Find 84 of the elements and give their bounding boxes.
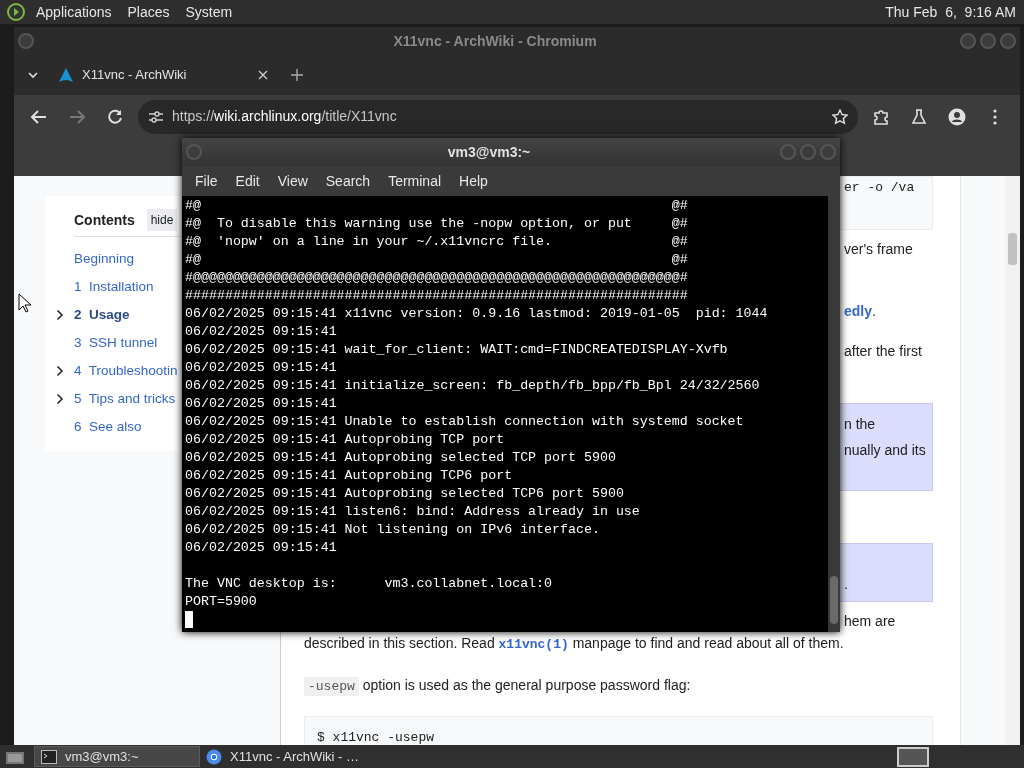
logo-icon[interactable] [6, 2, 26, 22]
terminal-line: 06/02/2025 09:15:41 Autoprobing selected TCP port 5900 [185, 450, 616, 465]
close-icon[interactable] [258, 70, 268, 80]
terminal-icon [41, 749, 57, 764]
terminal-line: The VNC desktop is: vm3.collabnet.local:0 [185, 576, 553, 591]
menu-item[interactable]: File [186, 170, 227, 192]
terminal-line: 06/02/2025 09:15:41 wait_for_client: WAIT:cmd=FINDCREATEDISPLAY-Xvfb [185, 342, 728, 357]
contents-link[interactable]: 5 Tips and tricks [74, 388, 176, 410]
workspace-switcher[interactable] [897, 746, 929, 767]
terminal-line: 06/02/2025 09:15:41 [185, 540, 337, 555]
contents-link[interactable]: 2 Usage [74, 304, 130, 326]
scrollbar[interactable] [828, 196, 840, 632]
menu-item[interactable]: Edit [226, 170, 269, 192]
taskbar-button[interactable]: vm3@vm3:~ [34, 746, 200, 767]
terminal-line: ############################################################### [185, 288, 688, 303]
manpage-link[interactable]: x11vnc(1) [498, 637, 569, 652]
triangle-logo-icon [58, 67, 74, 83]
back-icon[interactable] [30, 107, 48, 126]
contents-heading: Contents [74, 210, 135, 230]
menu-item[interactable]: Help [450, 170, 497, 192]
terminal-line: #@ @# [185, 198, 688, 213]
browser-icon [206, 748, 222, 765]
terminal-line: #@ 'nopw' on a line in your ~/.x11vncrc file. @# [185, 234, 688, 249]
terminal-line: #@@@@@@@@@@@@@@@@@@@@@@@@@@@@@@@@@@@@@@@@@@@@@@@@@@@@@@@@@@@@@# [185, 270, 688, 285]
menu-item[interactable]: View [268, 170, 317, 192]
code-text: $ x11vnc -usepw [317, 730, 435, 745]
reload-icon[interactable] [106, 107, 124, 126]
window-title: X11vnc - ArchWiki - Chromium [392, 31, 598, 51]
panel-menu[interactable]: Applications [28, 0, 120, 24]
contents-link[interactable]: 1 Installation [74, 276, 154, 298]
menu-item[interactable]: Terminal [379, 170, 451, 192]
terminal-line: 06/02/2025 09:15:41 [185, 360, 337, 375]
terminal-line: 06/02/2025 09:15:41 Autoprobing selected TCP6 port 5900 [185, 486, 624, 501]
taskbar-button[interactable]: X11vnc - ArchWiki - … [200, 746, 366, 767]
url-text: https://wiki.archlinux.org/title/X11vnc [172, 107, 398, 126]
terminal-line: 06/02/2025 09:15:41 Unable to establish connection with systemd socket [185, 414, 744, 429]
forward-icon[interactable] [68, 107, 86, 126]
chevron-down-icon[interactable] [27, 71, 39, 79]
paragraph-text: -usepw option is used as the general purpose password flag: [304, 677, 691, 693]
puzzle-icon[interactable] [872, 107, 890, 126]
scrollbar[interactable] [1005, 176, 1020, 745]
chevron-right-icon[interactable] [56, 309, 64, 321]
paragraph-text: hem are [844, 613, 896, 629]
address-bar[interactable]: https://wiki.archlinux.org/title/X11vnc [138, 99, 858, 134]
link[interactable]: edly [844, 303, 872, 319]
mouse-pointer-icon [18, 293, 32, 313]
profile-icon[interactable] [948, 107, 966, 126]
terminal-line: 06/02/2025 09:15:41 [185, 396, 337, 411]
menu-item[interactable]: Search [316, 170, 380, 192]
terminal-line: 06/02/2025 09:15:41 initialize_screen: fb_depth/fb_bpp/fb_Bpl 24/32/2560 [185, 378, 760, 393]
clock: Thu Feb 6, 9:16 AM [884, 3, 1017, 22]
chevron-right-icon[interactable] [56, 365, 64, 377]
contents-link[interactable]: 3 SSH tunnel [74, 332, 158, 354]
terminal-line: 06/02/2025 09:15:41 [185, 324, 337, 339]
contents-link[interactable]: Beginning [74, 248, 135, 270]
paragraph-text: after the first [844, 343, 922, 359]
paragraph-text: n the [844, 416, 876, 432]
terminal-line: 06/02/2025 09:15:41 Autoprobing TCP6 port [185, 468, 513, 483]
inline-code: -usepw [304, 677, 359, 696]
terminal-line: #@ @# [185, 252, 688, 267]
paragraph-text: described in this section. Read x11vnc(1) manpage to find and read about all of them. [304, 635, 844, 651]
site-settings-icon[interactable] [148, 108, 164, 125]
terminal-line: 06/02/2025 09:15:41 Autoprobing TCP port [185, 432, 505, 447]
contents-link[interactable]: 4 Troubleshootin [74, 360, 178, 382]
hide-button[interactable]: hide [146, 209, 178, 231]
contents-link[interactable]: 6 See also [74, 416, 142, 438]
paragraph-text: nually and its [844, 442, 926, 458]
terminal-line: 06/02/2025 09:15:41 listen6: bind: Address already in use [185, 504, 640, 519]
star-icon[interactable] [832, 108, 848, 125]
code-text: er -o /va [844, 180, 915, 195]
text-cursor [185, 611, 193, 628]
paragraph-text: ver's frame [844, 241, 913, 257]
panel-menu[interactable]: System [177, 0, 241, 24]
paragraph-text: edly. [844, 303, 876, 319]
panel-menu[interactable]: Places [119, 0, 178, 24]
plus-icon[interactable] [291, 69, 303, 81]
flask-icon[interactable] [910, 107, 928, 126]
chevron-right-icon[interactable] [56, 393, 64, 405]
paragraph-text: . [844, 576, 848, 592]
terminal-line: PORT=5900 [185, 594, 257, 609]
terminal-line: #@ To disable this warning use the -nopw option, or put @# [185, 216, 688, 231]
terminal-line: 06/02/2025 09:15:41 Not listening on IPv6 interface. [185, 522, 600, 537]
terminal-line: 06/02/2025 09:15:41 x11vnc version: 0.9.16 lastmod: 2019-01-05 pid: 1044 [185, 306, 768, 321]
window-title: vm3@vm3:~ [446, 142, 532, 162]
